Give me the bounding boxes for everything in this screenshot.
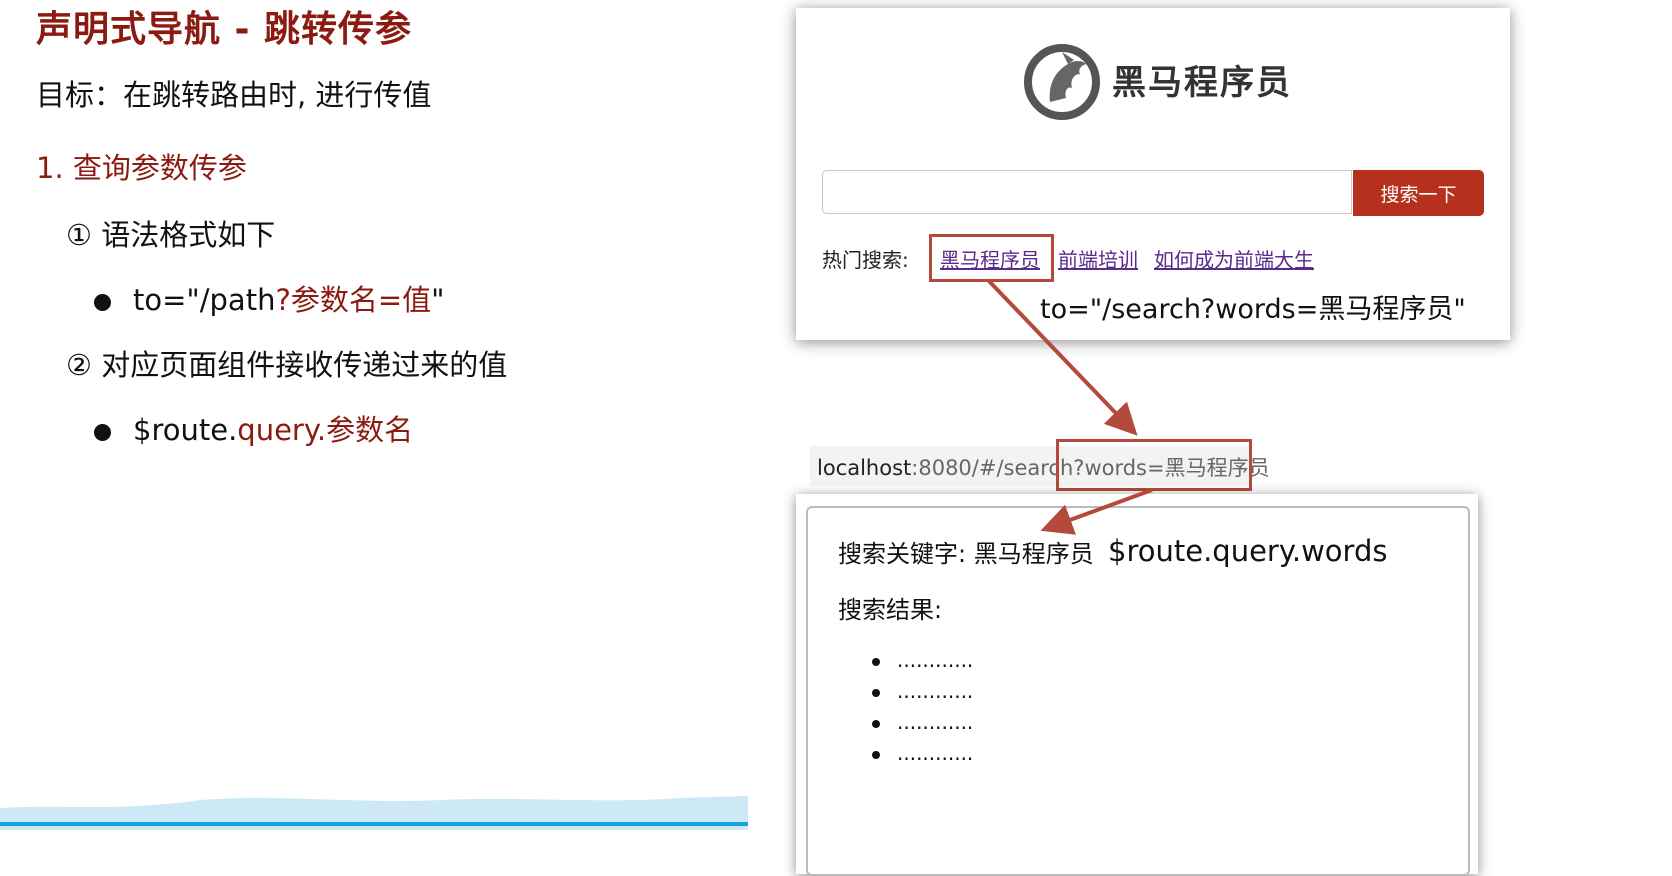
bullet-icon [94, 423, 111, 441]
bullet-icon [872, 719, 880, 728]
syntax-prefix: to="/path [133, 283, 276, 317]
goal-text: 目标：在跳转路由时, 进行传值 [36, 78, 432, 112]
receive-highlight: query.参数名 [237, 413, 414, 447]
url-host: localhost [817, 456, 912, 480]
slide-title: 声明式导航 - 跳转传参 [36, 9, 413, 50]
receive-prefix: $route. [133, 413, 238, 447]
hot-link-become-frontend[interactable]: 如何成为前端大生 [1154, 244, 1314, 273]
bullet-icon [872, 750, 880, 759]
bullet-icon [872, 688, 880, 697]
step-2-text: ② 对应页面组件接收传递过来的值 [66, 348, 508, 382]
logo-text: 黑马程序员 [1112, 63, 1292, 103]
syntax-highlight: ?参数名=值 [275, 283, 432, 317]
result-item: ............ [872, 710, 973, 734]
bullet-icon [94, 293, 111, 311]
url-path: :8080/#/search [911, 456, 1074, 480]
receive-bullet: $route.query.参数名 [94, 407, 413, 449]
to-annotation: to="/search?words=黑马程序员" [1040, 294, 1466, 325]
hot-search-label: 热门搜索: [822, 248, 909, 272]
result-item: ............ [872, 648, 973, 672]
route-query-annotation: $route.query.words [1108, 534, 1388, 568]
result-item: ............ [872, 679, 973, 703]
bullet-icon [872, 657, 880, 666]
syntax-suffix: " [431, 283, 445, 317]
search-button[interactable]: 搜索一下 [1353, 170, 1484, 216]
wave-decoration [0, 796, 748, 830]
step-1-text: ① 语法格式如下 [66, 218, 276, 252]
syntax-bullet: to="/path?参数名=值" [94, 277, 445, 319]
result-item: ............ [872, 741, 973, 765]
results-label: 搜索结果: [838, 596, 943, 624]
keyword-label: 搜索关键字: 黑马程序员 [838, 540, 1094, 568]
hot-link-frontend-training[interactable]: 前端培训 [1058, 244, 1138, 273]
horse-logo-icon [1024, 44, 1100, 120]
highlight-box-query [1056, 439, 1252, 491]
hot-link-heima[interactable]: 黑马程序员 [940, 244, 1040, 273]
section-heading: 1. 查询参数传参 [36, 151, 247, 185]
search-input[interactable] [822, 170, 1352, 214]
